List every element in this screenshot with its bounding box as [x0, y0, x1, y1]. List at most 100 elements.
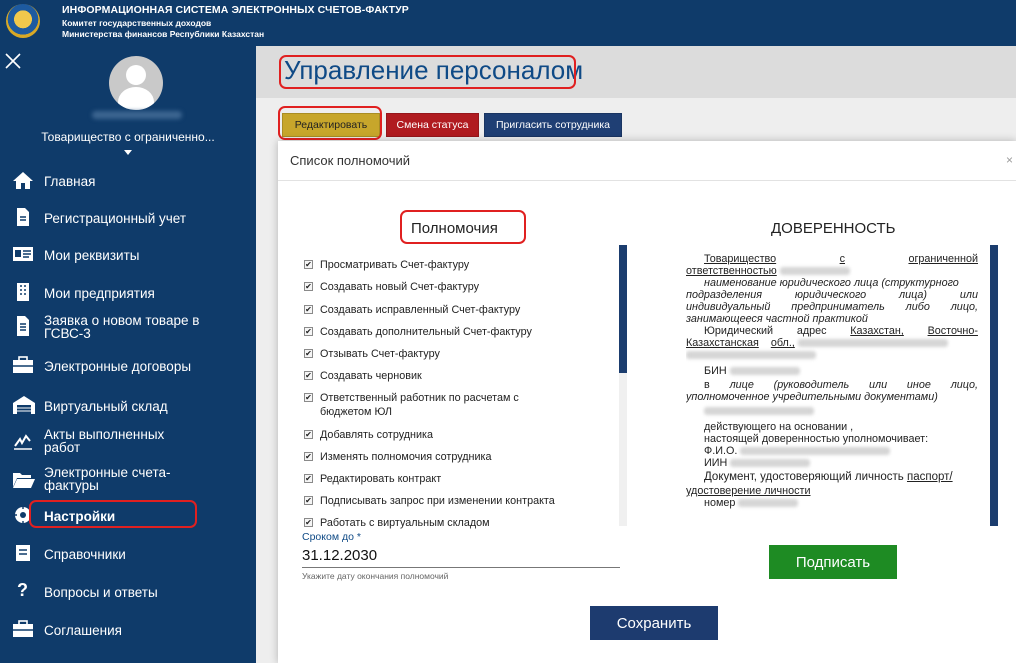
- redacted-text: [730, 459, 811, 468]
- doc-text: обл.,: [770, 337, 795, 349]
- checkbox-checked[interactable]: ✔: [304, 282, 313, 291]
- sidebar-item-requisites[interactable]: Мои реквизиты: [0, 245, 256, 265]
- sidebar-item-home[interactable]: Главная: [0, 171, 256, 191]
- change-status-button[interactable]: Смена статуса: [386, 113, 479, 137]
- sidebar-item-label: Заявка о новом товаре в ГСВС-3: [44, 313, 200, 341]
- doc-text: Документ, удостоверяющий личность: [704, 471, 904, 483]
- sidebar-item-label: Вопросы и ответы: [44, 584, 158, 600]
- doc-text: лицо,: [950, 379, 978, 391]
- valid-until-label: Сроком до *: [302, 531, 361, 543]
- doc-text: юридического: [794, 289, 867, 301]
- redacted-text: [797, 339, 948, 348]
- doc-text: паспорт/: [906, 471, 953, 483]
- sidebar-item-label: Электронные счета-фактуры: [44, 465, 171, 493]
- chevron-down-icon[interactable]: [124, 150, 132, 155]
- sidebar-item-label: Мои предприятия: [44, 285, 155, 301]
- sidebar-item-faq[interactable]: ? Вопросы и ответы: [0, 580, 256, 602]
- sidebar-item-label: Мои реквизиты: [44, 247, 140, 263]
- sidebar-item-completed-works-acts[interactable]: Акты выполненных работ: [0, 426, 256, 456]
- signature-icon: [12, 432, 34, 454]
- sidebar-item-new-product-request[interactable]: Заявка о новом товаре в ГСВС-3: [0, 311, 256, 341]
- close-icon[interactable]: [4, 48, 22, 74]
- sidebar-item-label: Справочники: [44, 546, 126, 562]
- sidebar-item-registration[interactable]: Регистрационный учет: [0, 208, 256, 228]
- doc-text: или: [869, 379, 888, 391]
- checkbox-checked[interactable]: ✔: [304, 518, 313, 527]
- valid-until-input[interactable]: 31.12.2030: [302, 547, 377, 564]
- checkbox-checked[interactable]: ✔: [304, 349, 313, 358]
- sidebar-item-label: Виртуальный склад: [44, 398, 168, 414]
- scrollbar-thumb[interactable]: [619, 245, 627, 373]
- checkbox-checked[interactable]: ✔: [304, 393, 313, 402]
- doc-text: действующего на основании ,: [704, 421, 854, 433]
- checkbox-checked[interactable]: ✔: [304, 260, 313, 269]
- sidebar-item-enterprises[interactable]: Мои предприятия: [0, 283, 256, 303]
- organization-name[interactable]: Товарищество с ограниченно...: [0, 130, 256, 144]
- home-icon: [12, 170, 34, 192]
- doc-text: или: [959, 289, 978, 301]
- doc-text: либо: [905, 301, 930, 313]
- doc-text: лицо,: [950, 301, 978, 313]
- doc-text: Товарищество: [704, 253, 777, 265]
- doc-text: лица): [899, 289, 928, 301]
- warehouse-icon: [12, 395, 35, 417]
- doc-text: с: [839, 253, 845, 265]
- state-emblem-logo: [6, 4, 40, 38]
- id-card-icon: [12, 244, 34, 266]
- sidebar-item-e-invoices[interactable]: Электронные счета-фактуры: [0, 464, 256, 494]
- doc-text: БИН: [704, 365, 727, 377]
- doc-text: ИИН: [704, 457, 728, 469]
- sidebar-item-label: Электронные договоры: [44, 358, 192, 374]
- sidebar-item-label: Акты выполненных работ: [44, 427, 165, 455]
- doc-text: наименование юридического лица (структур…: [704, 277, 959, 289]
- sidebar-item-contracts[interactable]: Электронные договоры: [0, 356, 256, 376]
- scrollbar-thumb[interactable]: [990, 245, 998, 526]
- doc-text: лице: [729, 379, 754, 391]
- doc-text: Ф.И.О.: [704, 445, 738, 457]
- user-name-redacted: [92, 111, 182, 119]
- checkbox-checked[interactable]: ✔: [304, 305, 313, 314]
- modal-title: Список полномочий: [290, 153, 411, 168]
- save-button[interactable]: Сохранить: [590, 606, 718, 640]
- redacted-text: [704, 407, 814, 416]
- checkbox-checked[interactable]: ✔: [304, 452, 313, 461]
- doc-text: предприниматель: [791, 301, 885, 313]
- checkbox-checked[interactable]: ✔: [304, 474, 313, 483]
- building-icon: [12, 282, 34, 304]
- sidebar-item-agreements[interactable]: Соглашения: [0, 620, 256, 640]
- checkbox-checked[interactable]: ✔: [304, 430, 313, 439]
- doc-text: иное: [906, 379, 931, 391]
- sidebar: Товарищество с ограниченно... Главная Ре…: [0, 46, 256, 663]
- checkbox-checked[interactable]: ✔: [304, 371, 313, 380]
- committee-name: Комитет государственных доходов: [62, 18, 212, 28]
- doc-text: (руководитель: [773, 379, 850, 391]
- ministry-name: Министерства финансов Республики Казахст…: [62, 29, 265, 39]
- avatar: [109, 56, 163, 110]
- power-of-attorney-title: ДОВЕРЕННОСТЬ: [771, 220, 896, 237]
- redacted-text: [740, 447, 891, 456]
- app-header: ИНФОРМАЦИОННАЯ СИСТЕМА ЭЛЕКТРОННЫХ СЧЕТО…: [0, 0, 1016, 46]
- doc-text: настоящей доверенностью уполномочивает:: [704, 433, 929, 445]
- permissions-scrollbar[interactable]: [619, 245, 627, 526]
- doc-text: адрес: [796, 325, 827, 337]
- book-icon: [12, 543, 34, 565]
- doc-text: уполномоченное учредительными документам…: [686, 391, 938, 403]
- briefcase-icon: [12, 355, 34, 377]
- sign-button[interactable]: Подписать: [769, 545, 897, 579]
- input-underline: [302, 567, 620, 568]
- settings-highlight: [29, 500, 197, 528]
- sidebar-item-virtual-warehouse[interactable]: Виртуальный склад: [0, 396, 256, 416]
- doc-text: номер: [704, 497, 736, 509]
- checkbox-checked[interactable]: ✔: [304, 327, 313, 336]
- invite-employee-button[interactable]: Пригласить сотрудника: [484, 113, 622, 137]
- folder-open-icon: [12, 470, 35, 492]
- close-icon[interactable]: ×: [1006, 153, 1013, 167]
- permissions-modal: Список полномочий × Полномочия ✔ Просматр…: [278, 141, 1016, 663]
- redacted-text: [738, 499, 799, 508]
- document-scrollbar[interactable]: [990, 245, 998, 526]
- handshake-icon: [12, 619, 34, 641]
- sidebar-item-references[interactable]: Справочники: [0, 544, 256, 564]
- checkbox-checked[interactable]: ✔: [304, 496, 313, 505]
- document-icon: [12, 207, 34, 229]
- title-highlight: [279, 55, 576, 89]
